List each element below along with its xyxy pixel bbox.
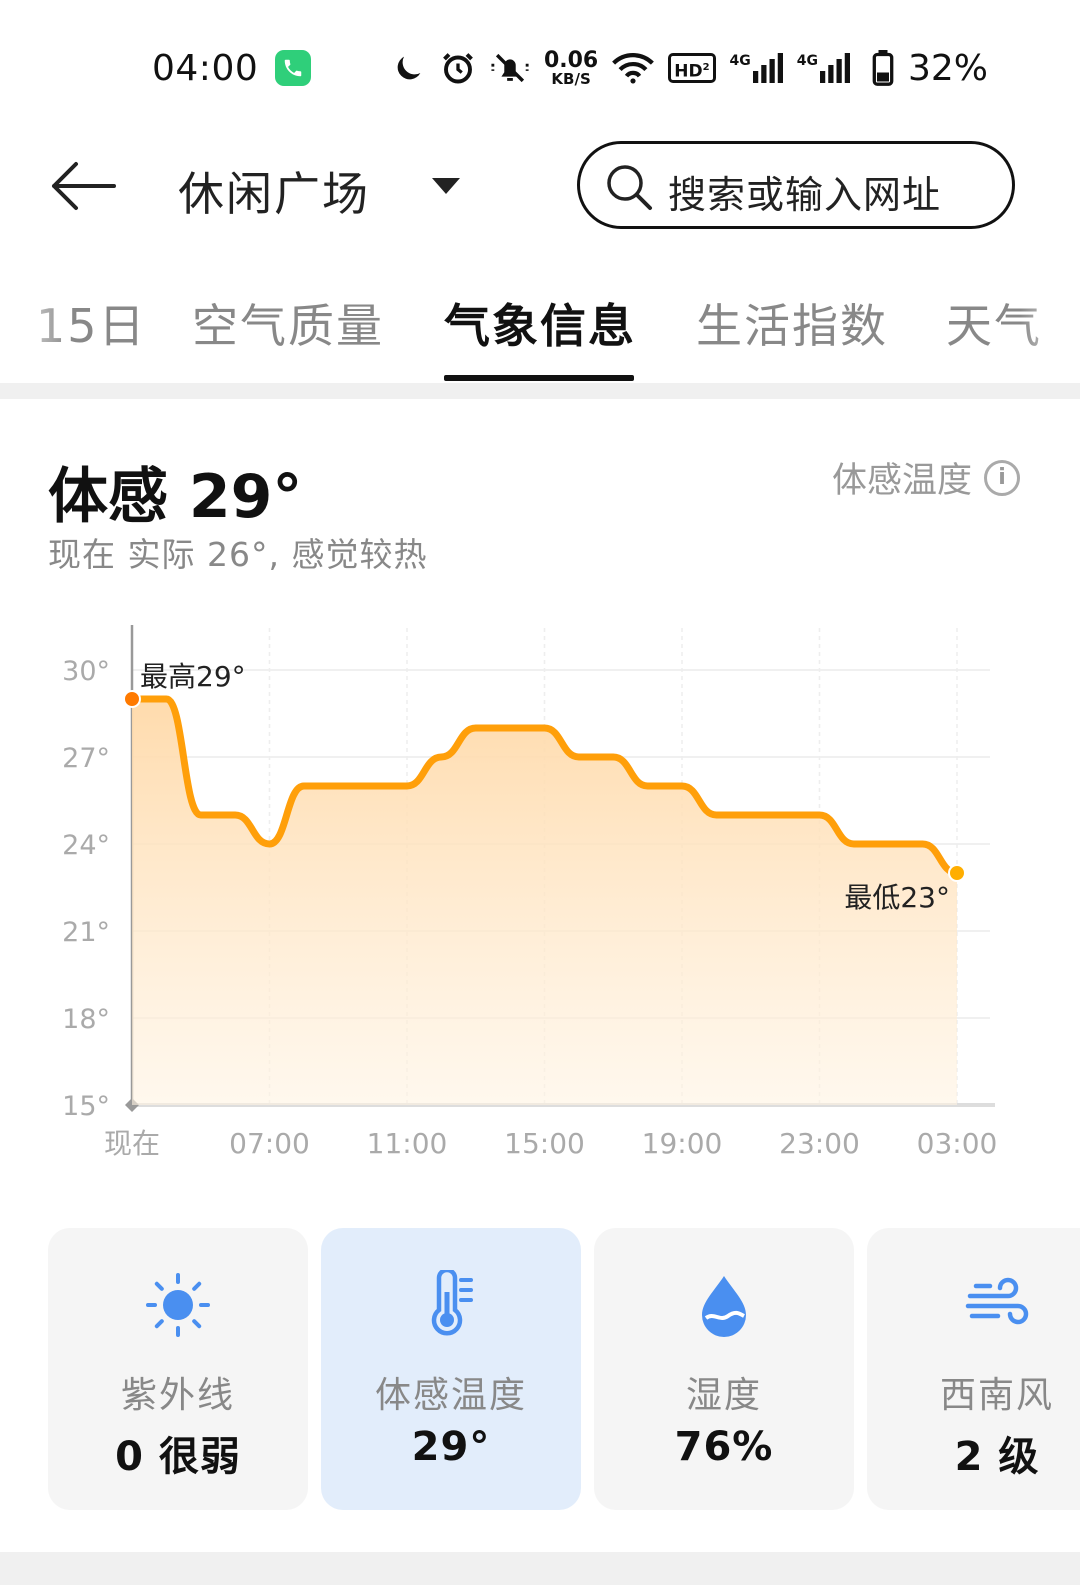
wind-value: 2 级 <box>954 1434 1040 1480</box>
series-area <box>132 699 957 1105</box>
y-tick-label: 30° <box>62 656 110 687</box>
dropdown-triangle-icon[interactable] <box>432 178 460 194</box>
x-tick-label: 03:00 <box>917 1127 998 1160</box>
feel-temperature-subtitle: 现在 实际 26°, 感觉较热 <box>48 535 428 574</box>
call-indicator-icon <box>275 50 311 86</box>
wind-label: 西南风 <box>939 1375 1054 1416</box>
bottom-divider <box>0 1552 1080 1585</box>
back-arrow-icon <box>52 162 116 210</box>
battery-icon <box>872 50 894 86</box>
x-tick-label: 11:00 <box>367 1127 448 1160</box>
uv-card[interactable]: 紫外线 0 很弱 <box>48 1228 308 1510</box>
humidity-label: 湿度 <box>685 1375 762 1416</box>
info-icon: i <box>984 459 1020 496</box>
tab-bar: 15日 空气质量 气象信息 生活指数 天气 <box>0 290 1080 380</box>
x-tick-label: 23:00 <box>779 1127 860 1160</box>
moon-icon <box>397 56 421 80</box>
tab-fade-left <box>0 270 70 380</box>
feel-temperature-title: 体感 29° <box>48 462 303 532</box>
metric-cards: 紫外线 0 很弱 体感温度 29° 湿度 76% 西南风 2 级 <box>48 1228 1080 1510</box>
active-tab-indicator <box>444 375 634 381</box>
section-divider <box>0 383 1080 399</box>
min-point <box>948 864 966 882</box>
status-time: 04:00 <box>152 48 259 89</box>
search-placeholder: 搜索或输入网址 <box>668 173 942 217</box>
hd-voice-badge: HD2 <box>668 53 716 83</box>
x-tick-label: 现在 <box>104 1127 160 1160</box>
x-tick-label: 15:00 <box>504 1127 585 1160</box>
feel-temperature-help[interactable]: 体感温度 i <box>832 452 1020 503</box>
wifi-icon <box>612 53 655 84</box>
signal-bars-icon <box>820 53 850 83</box>
uv-value: 0 很弱 <box>115 1434 241 1480</box>
alarm-icon <box>443 53 473 84</box>
net-speed: 0.06 KB/S <box>543 47 599 88</box>
feel-temperature-card[interactable]: 体感温度 29° <box>321 1228 581 1510</box>
water-drop-icon <box>702 1276 746 1337</box>
wind-icon <box>965 1277 1029 1325</box>
feel-temperature-value: 29° <box>411 1424 491 1470</box>
tab-weather-info[interactable]: 气象信息 <box>444 290 636 356</box>
x-tick-label: 19:00 <box>642 1127 723 1160</box>
thermometer-icon <box>431 1270 473 1336</box>
wind-card[interactable]: 西南风 2 级 <box>867 1228 1080 1510</box>
battery-percent: 32% <box>908 48 989 89</box>
sun-icon <box>146 1273 210 1337</box>
feel-temperature-label: 体感温度 <box>374 1375 527 1416</box>
feel-temperature-chart: 30° 27° 24° 21° 18° 15° 最高29° 最低23° 现在 07:00 11:00… <box>62 625 998 1160</box>
signal-1: 4G <box>730 53 783 83</box>
x-tick-label: 07:00 <box>229 1127 310 1160</box>
tab-fade-right <box>1020 270 1080 380</box>
min-label: 最低23° <box>844 881 950 914</box>
max-label: 最高29° <box>140 660 246 693</box>
status-icons: 0.06 KB/S HD2 4G 4G <box>392 46 850 90</box>
location-selector[interactable]: 休闲广场 <box>178 158 370 224</box>
status-bar: 04:00 0.06 KB/S HD2 4G 4G 32% <box>0 0 1080 120</box>
humidity-card[interactable]: 湿度 76% <box>594 1228 854 1510</box>
y-tick-label: 21° <box>62 917 110 948</box>
y-tick-label: 15° <box>62 1091 110 1122</box>
humidity-value: 76% <box>674 1424 774 1470</box>
tab-life-index[interactable]: 生活指数 <box>696 290 888 356</box>
max-point <box>123 690 141 708</box>
signal-bars-icon <box>752 53 783 83</box>
back-button[interactable] <box>48 158 118 214</box>
uv-label: 紫外线 <box>120 1375 235 1416</box>
y-tick-label: 27° <box>62 743 110 774</box>
feel-temperature-help-label: 体感温度 <box>831 461 972 501</box>
signal-2: 4G <box>797 53 850 83</box>
search-icon <box>607 165 652 210</box>
y-tick-label: 18° <box>62 1004 110 1035</box>
search-box[interactable]: 搜索或输入网址 <box>577 141 1015 229</box>
tab-air-quality[interactable]: 空气质量 <box>192 290 384 356</box>
y-tick-label: 24° <box>62 830 110 861</box>
silent-bell-icon <box>491 53 529 83</box>
